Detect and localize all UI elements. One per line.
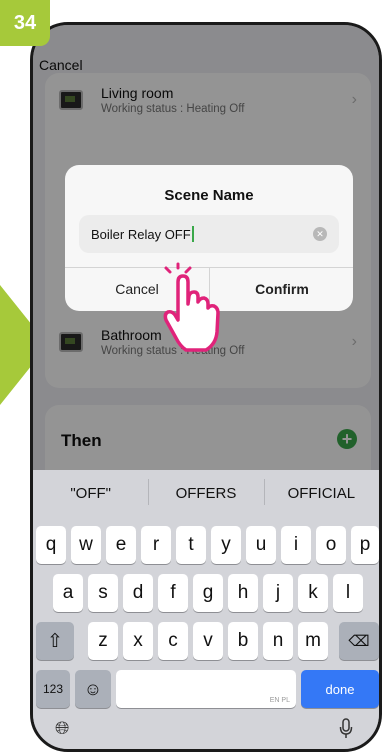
backspace-icon: ⌫ — [348, 633, 370, 650]
key[interactable]: z — [88, 622, 118, 660]
key[interactable]: h — [228, 574, 258, 612]
key[interactable]: e — [106, 526, 136, 564]
dialog-title: Scene Name — [164, 187, 254, 204]
key[interactable]: k — [298, 574, 328, 612]
suggestion-item[interactable]: "OFF" — [33, 485, 148, 502]
key[interactable]: c — [158, 622, 188, 660]
shift-icon: ⇧ — [47, 630, 63, 652]
key[interactable]: j — [263, 574, 293, 612]
tap-hand-icon — [163, 262, 220, 352]
text-caret — [191, 226, 194, 242]
scene-name-value: Boiler Relay OFF — [91, 226, 191, 242]
microphone-icon[interactable] — [339, 718, 353, 740]
key[interactable]: w — [71, 526, 101, 564]
numbers-key[interactable]: 123 — [36, 670, 70, 708]
suggestion-bar: "OFF" OFFERS OFFICIAL — [33, 470, 379, 516]
key[interactable]: g — [193, 574, 223, 612]
key[interactable]: t — [176, 526, 206, 564]
phone-frame: Cancel Living room Working status : Heat… — [30, 22, 382, 752]
key[interactable]: d — [123, 574, 153, 612]
emoji-key[interactable]: ☺ — [75, 670, 111, 708]
language-label: EN PL — [269, 697, 290, 704]
key[interactable]: l — [333, 574, 363, 612]
key[interactable]: m — [298, 622, 328, 660]
key[interactable]: b — [228, 622, 258, 660]
shift-key[interactable]: ⇧ — [36, 622, 74, 660]
clear-icon[interactable]: ✕ — [313, 227, 327, 241]
space-key[interactable]: EN PL — [116, 670, 296, 708]
key[interactable]: y — [211, 526, 241, 564]
key[interactable]: n — [263, 622, 293, 660]
key[interactable]: s — [88, 574, 118, 612]
done-key[interactable]: done — [301, 670, 379, 708]
key[interactable]: q — [36, 526, 66, 564]
globe-icon[interactable]: 🌐︎ — [55, 718, 69, 739]
key[interactable]: p — [351, 526, 379, 564]
emoji-icon: ☺ — [83, 678, 103, 699]
key[interactable]: a — [53, 574, 83, 612]
key[interactable]: u — [246, 526, 276, 564]
key[interactable]: f — [158, 574, 188, 612]
keyboard: "OFF" OFFERS OFFICIAL q w e r t y u i o … — [33, 470, 379, 749]
key[interactable]: o — [316, 526, 346, 564]
backspace-key[interactable]: ⌫ — [339, 622, 379, 660]
confirm-button[interactable]: Confirm — [210, 267, 353, 311]
scene-name-input[interactable]: Boiler Relay OFF ✕ — [79, 215, 339, 253]
step-number-badge: 34 — [0, 0, 50, 46]
suggestion-item[interactable]: OFFERS — [148, 478, 263, 505]
key[interactable]: i — [281, 526, 311, 564]
key[interactable]: x — [123, 622, 153, 660]
key[interactable]: r — [141, 526, 171, 564]
suggestion-item[interactable]: OFFICIAL — [263, 478, 379, 505]
key[interactable]: v — [193, 622, 223, 660]
